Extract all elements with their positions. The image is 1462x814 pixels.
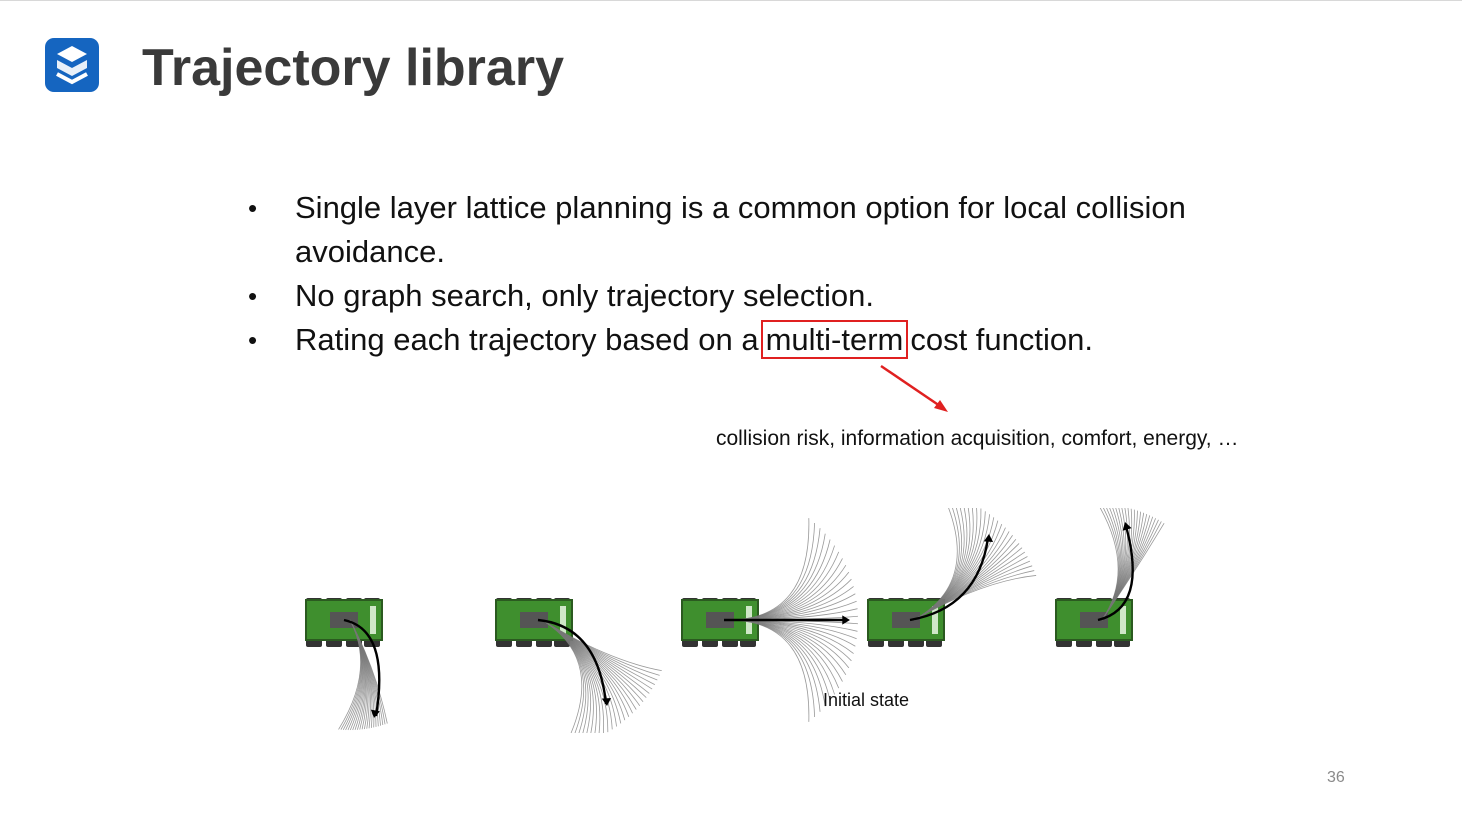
- brand-logo-icon: [45, 38, 99, 92]
- page-number: 36: [1327, 769, 1345, 786]
- cost-terms-annotation: collision risk, information acquisition,…: [716, 427, 1239, 450]
- red-arrow-icon: [880, 364, 948, 412]
- robot-icon: [1055, 598, 1133, 647]
- bullet-icon: •: [248, 281, 258, 311]
- robot-icon: [867, 598, 945, 647]
- robot-icon: [681, 598, 759, 647]
- bullet-text-after: cost function.: [910, 322, 1093, 357]
- bullet-item: • No graph search, only trajectory selec…: [246, 274, 1246, 318]
- figure-caption: Initial state: [823, 690, 910, 710]
- trajectory-figure: [305, 508, 1165, 733]
- bullet-item: • Rating each trajectory based on a multi…: [246, 318, 1246, 362]
- bullet-item: • Single layer lattice planning is a com…: [246, 186, 1246, 274]
- page-title: Trajectory library: [142, 39, 564, 97]
- bullet-icon: •: [248, 325, 258, 355]
- bullet-icon: •: [248, 193, 258, 223]
- highlighted-term: multi-term: [760, 320, 909, 359]
- arrow-head: [601, 697, 612, 706]
- bullet-text: No graph search, only trajectory selecti…: [295, 278, 874, 313]
- robot-icon: [495, 598, 573, 647]
- bullet-text: Single layer lattice planning is a commo…: [295, 190, 1186, 269]
- bullet-text-before: Rating each trajectory based on a: [295, 322, 759, 357]
- bullet-list: • Single layer lattice planning is a com…: [246, 186, 1246, 362]
- top-border: [0, 0, 1462, 1]
